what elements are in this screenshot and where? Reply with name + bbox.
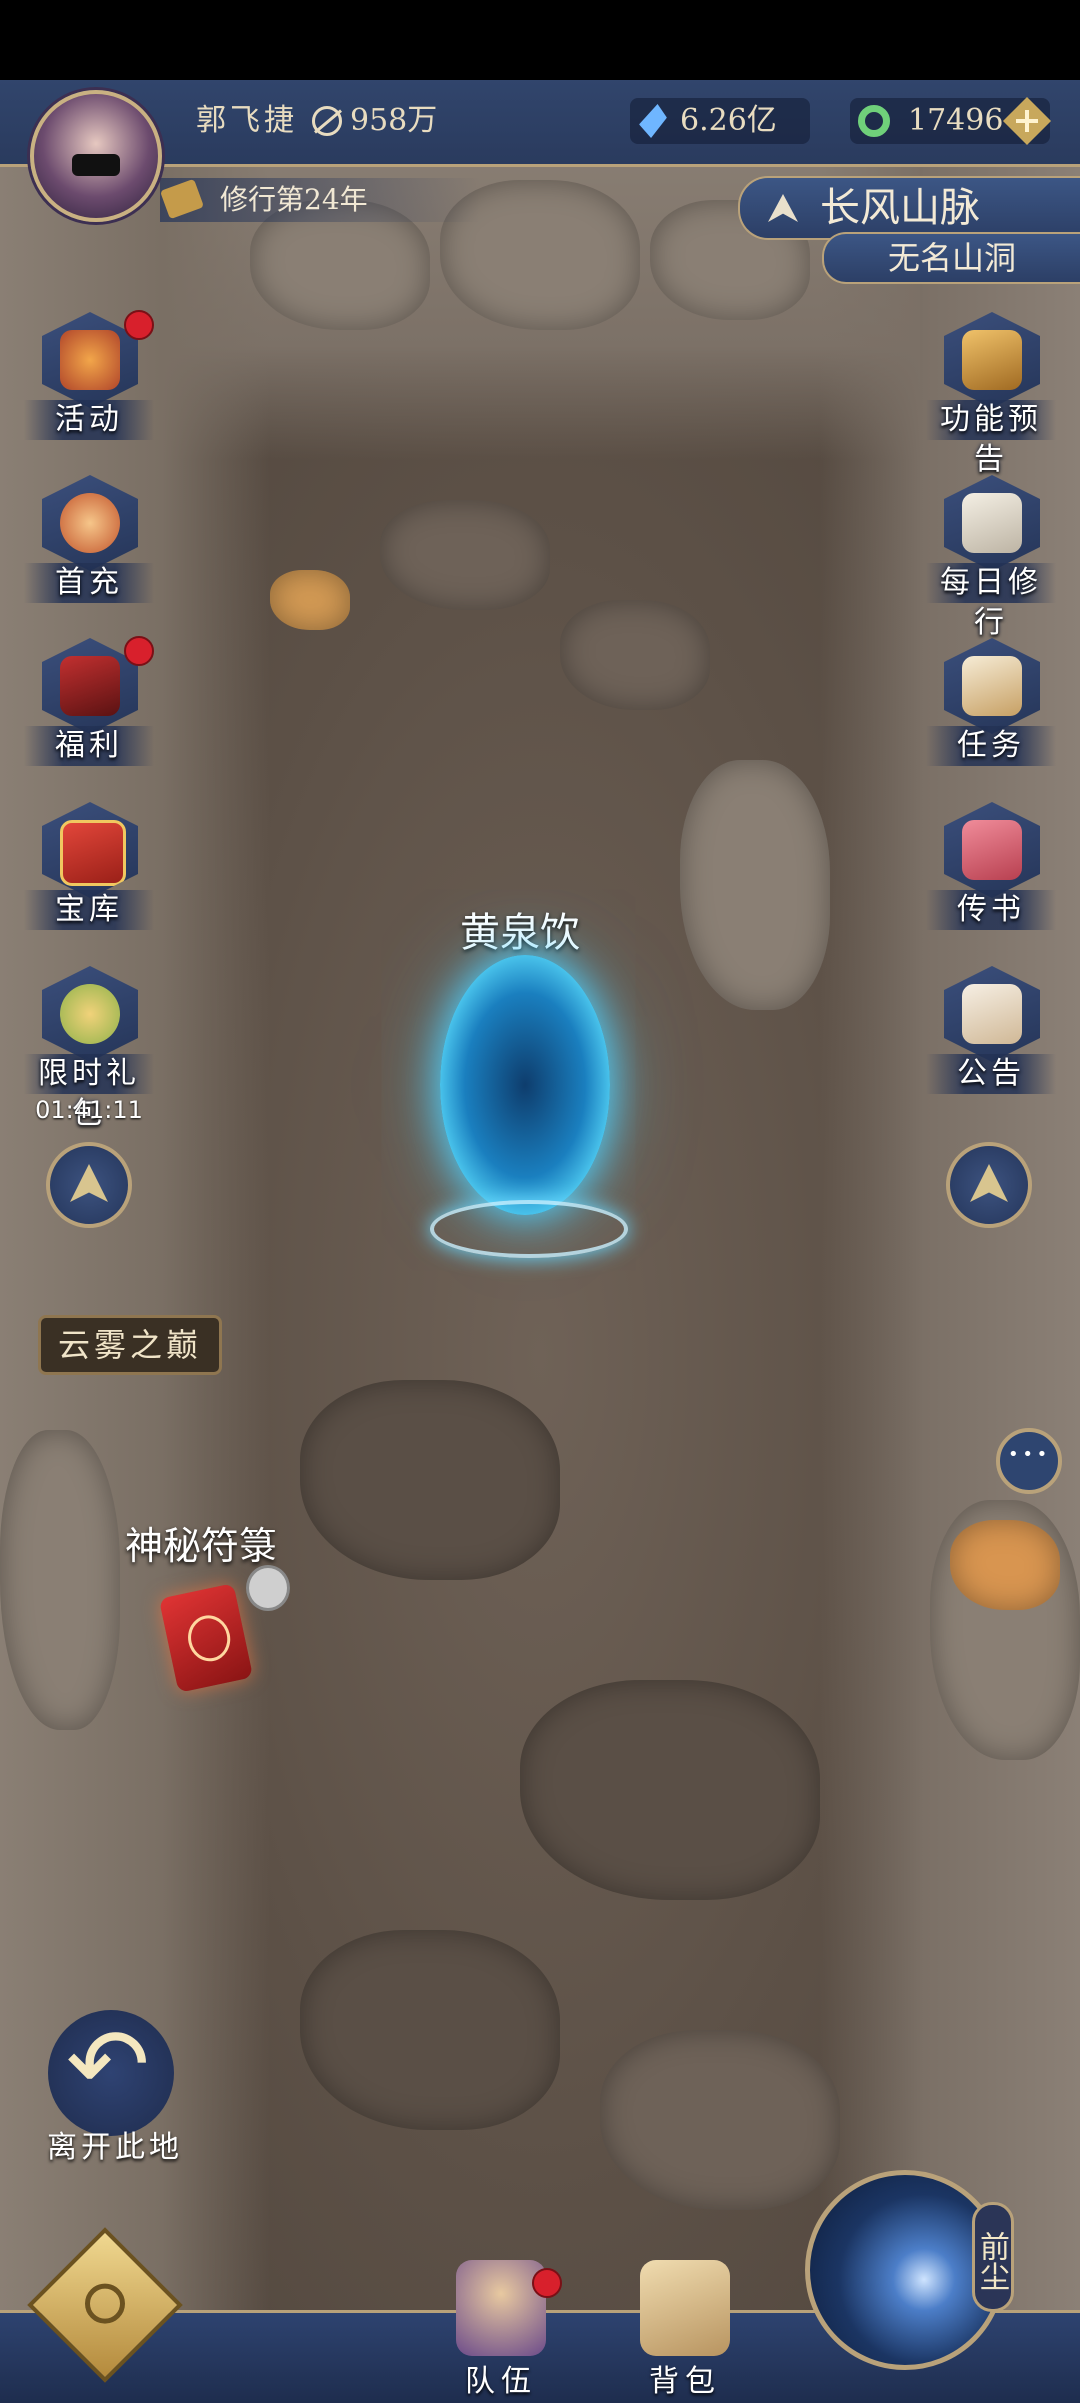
floor-stone: [560, 600, 710, 710]
letter-label: 传书: [926, 890, 1056, 930]
combat-power: 958万: [350, 103, 438, 138]
place-name[interactable]: 无名山洞: [822, 232, 1080, 284]
notice-paper-icon: [944, 966, 1040, 1062]
scroll-icon: [159, 178, 205, 220]
player-avatar[interactable]: [30, 90, 162, 222]
navigation-pin-icon[interactable]: [246, 1565, 290, 1611]
location-pin-icon: [768, 194, 798, 222]
welfare-label: 福利: [24, 726, 154, 766]
quest-label: 任务: [926, 726, 1056, 766]
treasury-label: 宝库: [24, 890, 154, 930]
jade-value: 17496: [908, 103, 1004, 138]
team-label: 队伍: [465, 2364, 537, 2399]
expand-right-menu-button[interactable]: [946, 1142, 1032, 1228]
chat-button[interactable]: [996, 1428, 1062, 1494]
welfare-button[interactable]: 福利: [24, 636, 154, 778]
first-recharge-button[interactable]: 首充: [24, 475, 154, 615]
limited-gift-label: 限时礼包: [24, 1054, 154, 1131]
return-arrow-icon: [48, 2006, 174, 2136]
status-bar: [0, 0, 1080, 80]
quest-button[interactable]: 任务: [926, 638, 1056, 778]
floor-stone: [600, 2030, 840, 2210]
daily-cultivation-button[interactable]: 每日修行: [926, 475, 1056, 640]
activity-label: 活动: [24, 400, 154, 440]
cultivation-year[interactable]: 修行第24年: [159, 178, 480, 222]
floor-stone: [380, 500, 550, 610]
combat-power-icon: [312, 106, 342, 136]
jade-counter[interactable]: 17496: [850, 96, 1052, 146]
letter-button[interactable]: 传书: [926, 802, 1056, 942]
portal[interactable]: [440, 955, 610, 1215]
quest-scroll-icon: [944, 638, 1040, 734]
notification-dot: [124, 310, 154, 340]
mystic-talisman-label: 神秘符箓: [125, 1524, 278, 1568]
add-jade-icon[interactable]: [1002, 96, 1052, 146]
notification-dot: [532, 2268, 562, 2298]
portal-name: 黄泉饮: [460, 910, 580, 956]
brazier-fire: [270, 570, 350, 630]
expand-left-menu-button[interactable]: [46, 1142, 132, 1228]
spirit-stone-icon: [635, 104, 670, 138]
paper-crane-icon: [944, 802, 1040, 898]
brazier-fire: [950, 1520, 1060, 1610]
floor-stone: [300, 1930, 560, 2130]
player-info[interactable]: 郭飞捷 958万: [170, 98, 470, 144]
feature-preview-button[interactable]: 功能预告: [926, 312, 1056, 477]
floor-stone: [300, 1380, 560, 1580]
wall-stone: [0, 1430, 120, 1730]
spirit-stone-counter[interactable]: 6.26亿: [630, 98, 810, 144]
team-hat-icon: [456, 2260, 546, 2356]
leave-label: 离开此地: [47, 2130, 183, 2165]
spirit-stone-value: 6.26亿: [680, 103, 777, 138]
jade-icon: [858, 105, 890, 137]
region-banner[interactable]: 长风山脉: [738, 176, 1080, 240]
daily-cultivation-label: 每日修行: [926, 563, 1056, 640]
gift-bag-icon: [42, 966, 138, 1062]
announcement-button[interactable]: 公告: [926, 966, 1056, 1106]
past-life-button[interactable]: 前尘: [972, 2202, 1014, 2312]
limited-gift-button[interactable]: 限时礼包 01:41:11: [24, 966, 154, 1131]
team-button[interactable]: 队伍: [436, 2260, 566, 2400]
feature-preview-label: 功能预告: [926, 400, 1056, 477]
money-bag-icon: [42, 475, 138, 571]
announcement-label: 公告: [926, 1054, 1056, 1094]
bag-button[interactable]: 背包: [620, 2260, 750, 2400]
area-signpost[interactable]: 云雾之巅: [38, 1315, 222, 1375]
portal-ripple: [430, 1200, 628, 1258]
notification-dot: [124, 636, 154, 666]
first-recharge-label: 首充: [24, 563, 154, 603]
treasure-chest-icon: [42, 802, 138, 898]
floor-stone: [520, 1680, 820, 1900]
region-name: 长风山脉: [820, 185, 980, 231]
bag-icon: [640, 2260, 730, 2356]
bag-label: 背包: [649, 2364, 721, 2399]
leave-button[interactable]: 离开此地: [30, 2006, 200, 2180]
limited-gift-timer: 01:41:11: [35, 1096, 143, 1124]
treasury-button[interactable]: 宝库: [24, 802, 154, 942]
player-name: 郭飞捷: [196, 103, 298, 138]
book-icon: [944, 475, 1040, 571]
activity-button[interactable]: 活动: [24, 310, 154, 452]
standing-rock: [680, 760, 830, 1010]
scroll-preview-icon: [944, 312, 1040, 408]
cultivation-year-text: 修行第24年: [220, 183, 368, 216]
